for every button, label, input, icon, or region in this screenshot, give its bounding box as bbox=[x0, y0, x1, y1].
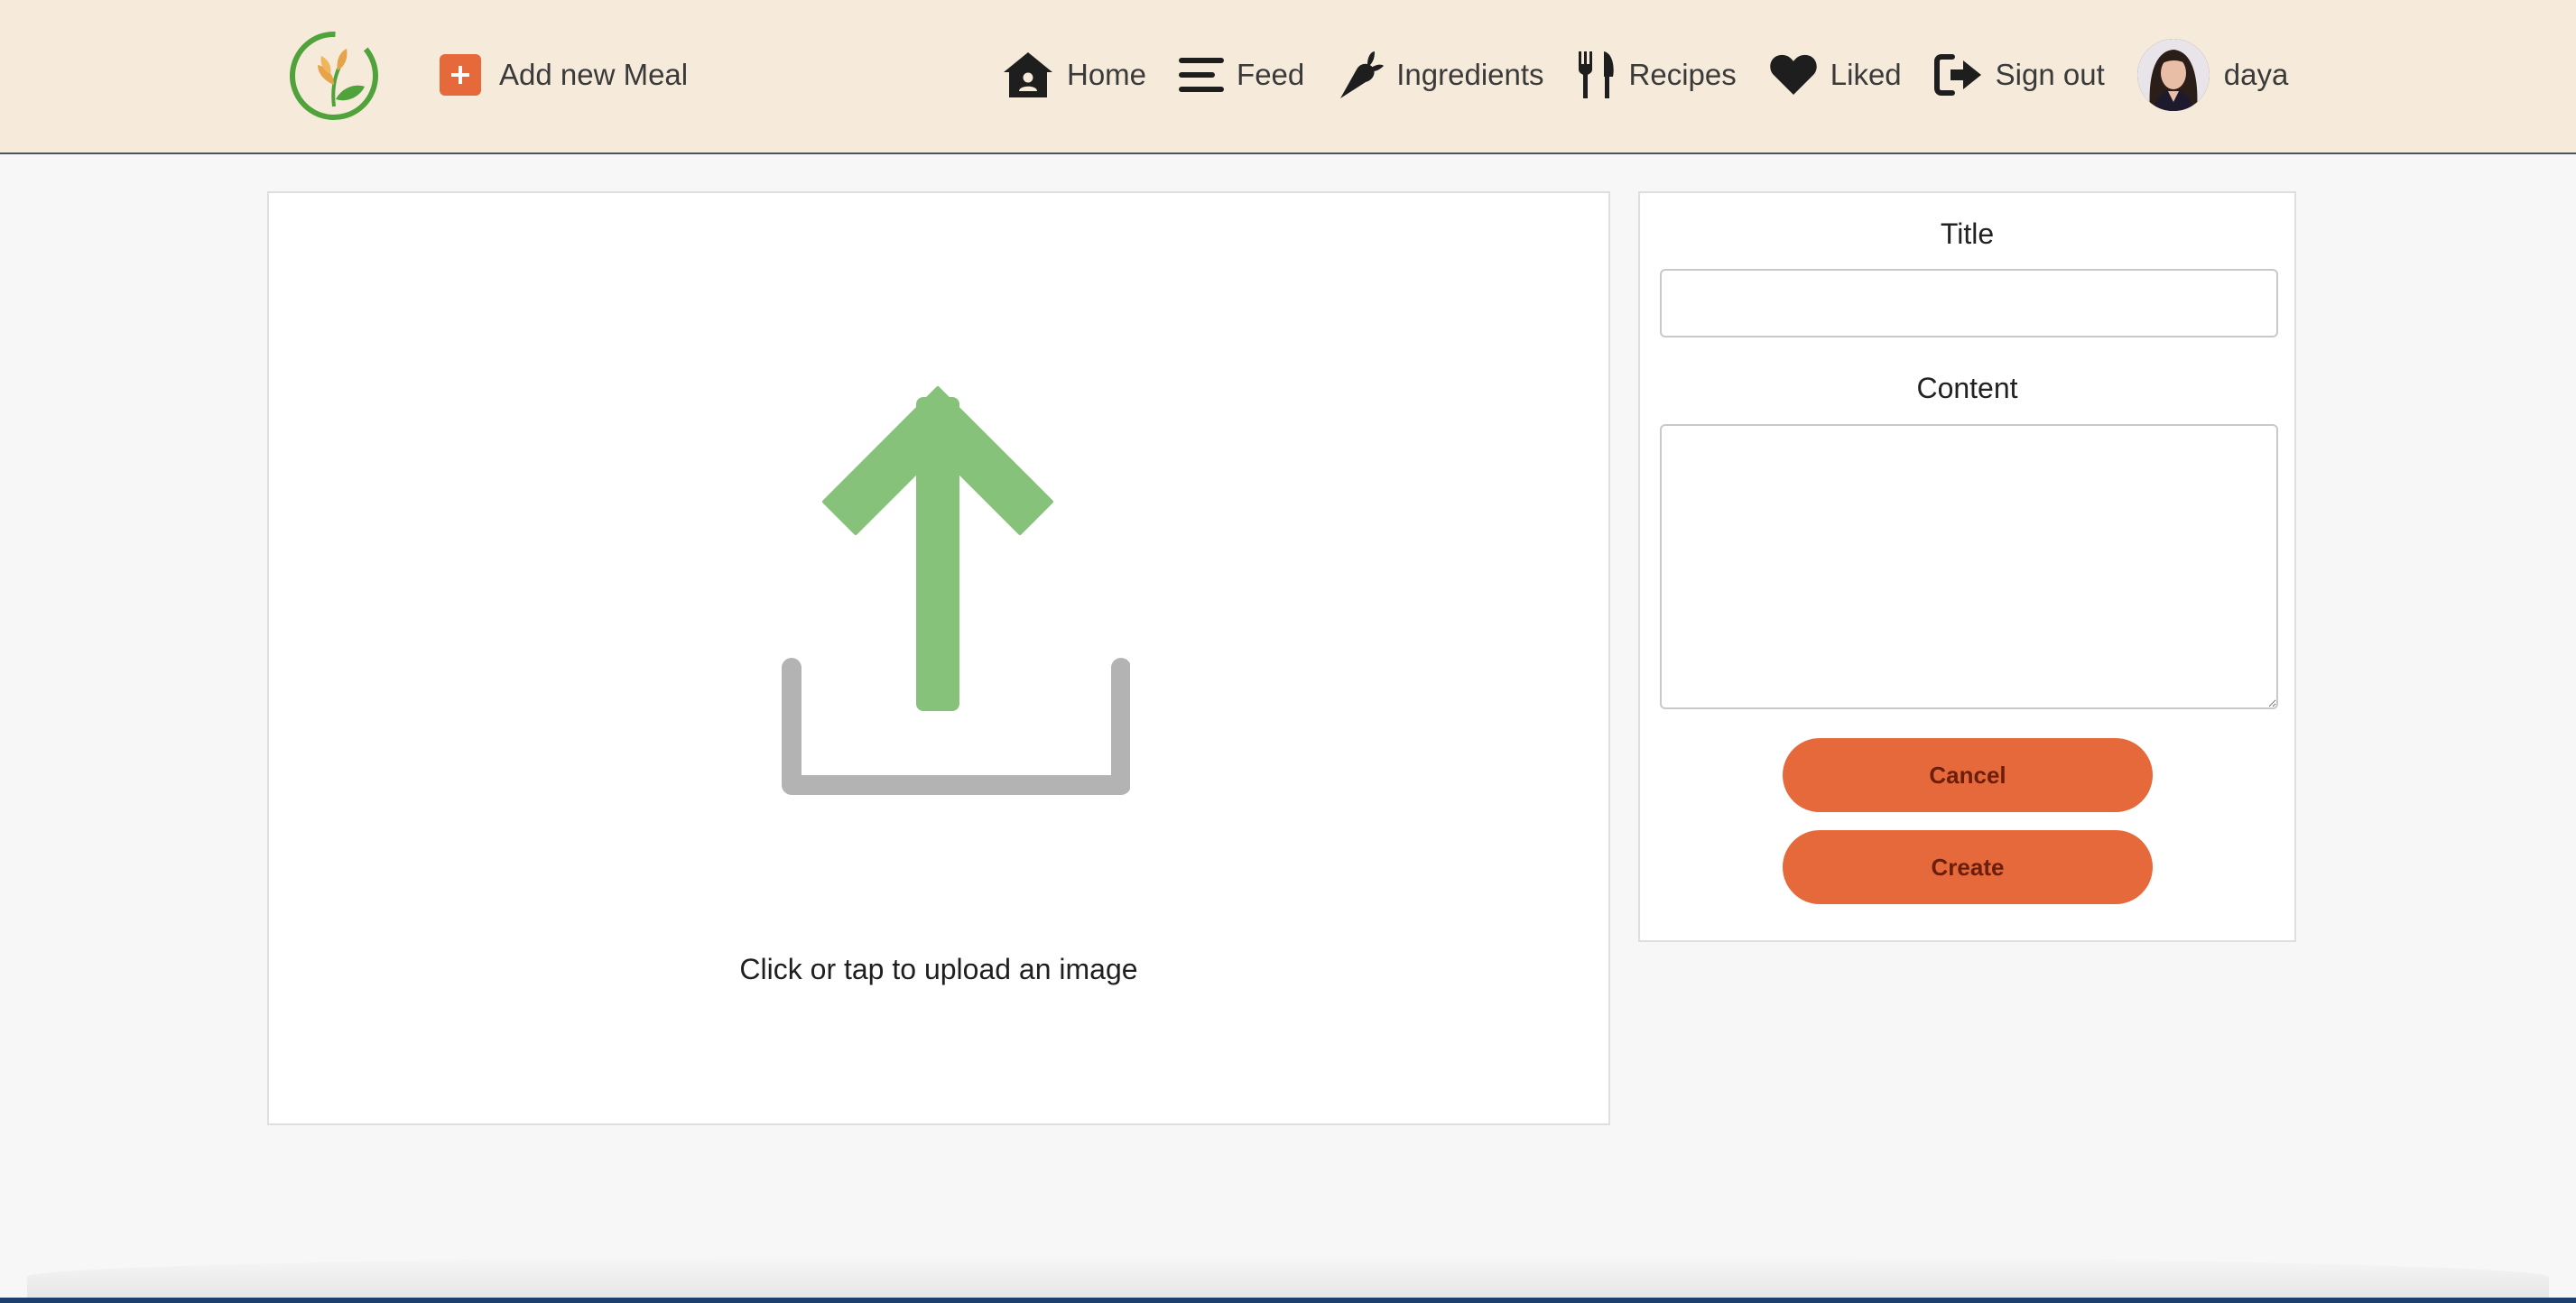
add-new-meal-label: Add new Meal bbox=[499, 58, 689, 91]
nav-recipes-label: Recipes bbox=[1628, 58, 1737, 91]
nav-liked-label: Liked bbox=[1830, 58, 1902, 91]
create-button[interactable]: Create bbox=[1783, 830, 2153, 904]
home-icon bbox=[1002, 51, 1054, 99]
title-label: Title bbox=[1940, 217, 1995, 250]
image-upload-dropzone[interactable]: Click or tap to upload an image bbox=[267, 191, 1610, 1125]
navbar: Add new Meal Home Feed Ingredients Recip… bbox=[0, 0, 2576, 154]
sign-out-icon bbox=[1933, 53, 1983, 97]
upload-instruction: Click or tap to upload an image bbox=[739, 953, 1138, 985]
user-menu[interactable]: daya bbox=[2136, 39, 2289, 111]
nav-sign-out[interactable]: Sign out bbox=[1933, 53, 2105, 97]
avatar bbox=[2136, 39, 2210, 111]
nav-home[interactable]: Home bbox=[1002, 51, 1146, 99]
window-bottom-edge bbox=[0, 1298, 2576, 1303]
title-input[interactable] bbox=[1660, 269, 2278, 337]
content-label: Content bbox=[1916, 372, 2018, 404]
utensils-icon bbox=[1577, 50, 1617, 100]
nav-feed-label: Feed bbox=[1237, 58, 1305, 91]
upload-icon bbox=[778, 370, 1131, 821]
main-nav: Home Feed Ingredients Recipes Liked Sign… bbox=[1002, 39, 2288, 111]
nav-sign-out-label: Sign out bbox=[1995, 58, 2105, 91]
cancel-button[interactable]: Cancel bbox=[1783, 738, 2153, 812]
nav-home-label: Home bbox=[1067, 58, 1147, 91]
user-name: daya bbox=[2223, 58, 2289, 91]
leaf-logo[interactable] bbox=[287, 29, 381, 123]
content-textarea[interactable] bbox=[1660, 424, 2278, 709]
carrot-icon bbox=[1337, 50, 1385, 100]
add-new-meal-button[interactable]: Add new Meal bbox=[440, 52, 688, 97]
nav-ingredients-label: Ingredients bbox=[1396, 58, 1544, 91]
meal-form: Title Content Cancel Create bbox=[1638, 191, 2296, 942]
heart-icon bbox=[1769, 53, 1818, 97]
plus-icon bbox=[440, 54, 481, 96]
nav-ingredients[interactable]: Ingredients bbox=[1337, 50, 1544, 100]
page-bottom-shadow bbox=[27, 1254, 2549, 1299]
menu-lines-icon bbox=[1179, 56, 1225, 94]
nav-liked[interactable]: Liked bbox=[1769, 53, 1902, 97]
nav-recipes[interactable]: Recipes bbox=[1577, 50, 1737, 100]
nav-feed[interactable]: Feed bbox=[1179, 56, 1304, 94]
